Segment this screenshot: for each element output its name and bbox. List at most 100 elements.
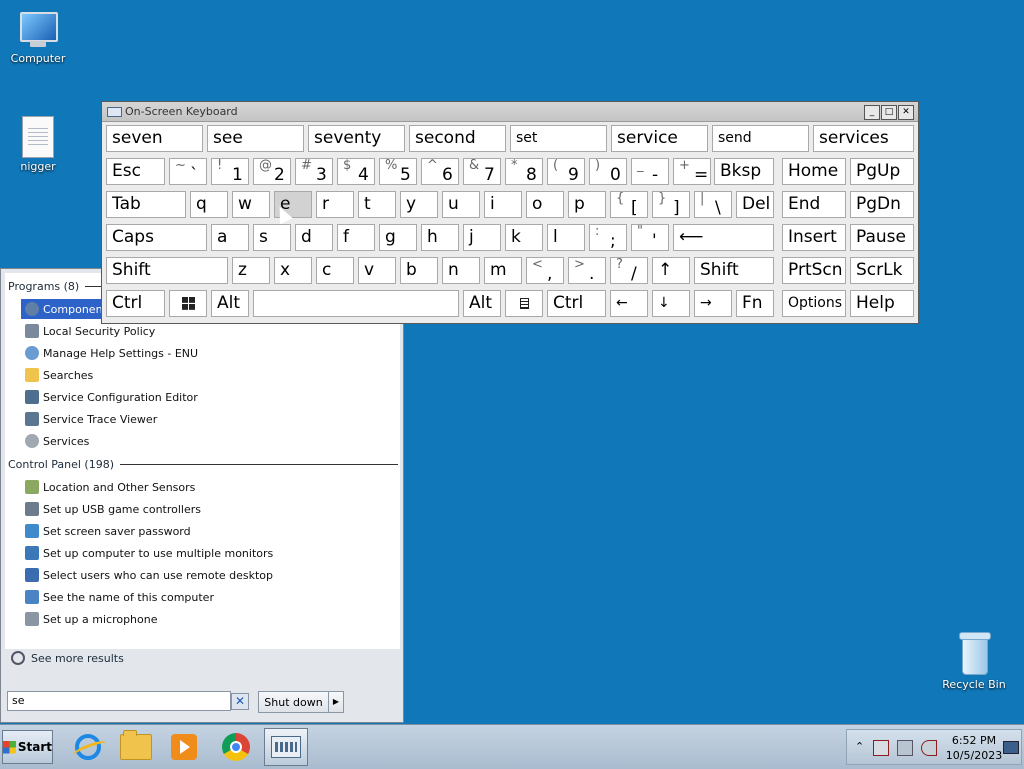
result-item[interactable]: Select users who can use remote desktop [21,565,397,585]
key-v[interactable]: v [358,257,396,284]
control-panel-group-header[interactable]: Control Panel (198) [8,458,398,471]
key-number-row[interactable]: * 8 [505,158,543,185]
key-m[interactable]: m [484,257,522,284]
key-ctrl-left[interactable]: Ctrl [106,290,165,317]
result-item[interactable]: Service Trace Viewer [21,409,397,429]
key-number-row[interactable]: ) 0 [589,158,627,185]
prediction-key[interactable]: see [207,125,304,152]
key-z[interactable]: z [232,257,270,284]
result-item[interactable]: See the name of this computer [21,587,397,607]
key-number-row[interactable]: #3 [295,158,333,185]
maximize-button[interactable]: □ [881,105,897,120]
prediction-key[interactable]: seventy [308,125,405,152]
result-item[interactable]: Set screen saver password [21,521,397,541]
key-help[interactable]: Help [850,290,914,317]
key-caps[interactable]: Caps [106,224,207,251]
key-h[interactable]: h [421,224,459,251]
key-number-row[interactable]: % 5 [379,158,417,185]
key-insert[interactable]: Insert [782,224,846,251]
result-item[interactable]: Set up computer to use multiple monitors [21,543,397,563]
key-a[interactable]: a [211,224,249,251]
key-number-row[interactable]: ! 1 [211,158,249,185]
key-shift-right[interactable]: Shift [694,257,774,284]
see-more-results[interactable]: See more results [11,651,124,665]
result-item[interactable]: Service Configuration Editor [21,387,397,407]
key-windows[interactable] [169,290,207,317]
key-x[interactable]: x [274,257,312,284]
key-slash[interactable]: ? / [610,257,648,284]
clear-search-icon[interactable]: ✕ [231,693,249,710]
key-backslash[interactable]: | \ [694,191,732,218]
result-item[interactable]: Searches [21,365,397,385]
key-t[interactable]: t [358,191,396,218]
prediction-key[interactable]: set [510,125,607,152]
key-up-arrow[interactable]: ↑ [652,257,690,284]
key-fn[interactable]: Fn [736,290,774,317]
desktop-icon-recycle-bin[interactable]: Recycle Bin [936,632,1012,691]
key-comma[interactable]: <, [526,257,564,284]
volume-muted-icon[interactable] [921,740,937,756]
key-right-arrow[interactable]: → [694,290,732,317]
key-i[interactable]: i [484,191,522,218]
taskbar-internet-explorer[interactable] [66,728,110,766]
key-number-row[interactable]: _ - [631,158,669,185]
key-r[interactable]: r [316,191,354,218]
key-esc[interactable]: Esc [106,158,165,185]
action-center-flag-icon[interactable] [873,740,889,756]
key-scrlk[interactable]: ScrLk [850,257,914,284]
result-item[interactable]: Local Security Policy [21,321,397,341]
shutdown-options-arrow-icon[interactable]: ▶ [328,692,343,712]
key-f[interactable]: f [337,224,375,251]
prediction-key[interactable]: seven [106,125,203,152]
key-c[interactable]: c [316,257,354,284]
key-number-row[interactable]: & 7 [463,158,501,185]
key-w[interactable]: w [232,191,270,218]
prediction-key[interactable]: service [611,125,708,152]
prediction-key[interactable]: services [813,125,914,152]
network-icon[interactable] [897,740,913,756]
key-number-row[interactable]: ^ 6 [421,158,459,185]
key-alt-right[interactable]: Alt [463,290,501,317]
result-item[interactable]: Set up USB game controllers [21,499,397,519]
prediction-key[interactable]: send [712,125,809,152]
key-q[interactable]: q [190,191,228,218]
key-space[interactable] [253,290,459,317]
result-item[interactable]: Location and Other Sensors [21,477,397,497]
show-desktop-icon[interactable] [1003,741,1019,754]
key-right-bracket[interactable]: }] [652,191,690,218]
shutdown-button[interactable]: Shut down ▶ [258,691,344,713]
taskbar-chrome[interactable] [214,728,258,766]
clock[interactable]: 6:52 PM 10/5/2023 [945,733,1003,763]
result-item[interactable]: Component [21,299,107,319]
key-u[interactable]: u [442,191,480,218]
key-period[interactable]: >. [568,257,606,284]
result-item[interactable]: Services [21,431,397,451]
key-shift-left[interactable]: Shift [106,257,228,284]
key-quote[interactable]: " ' [631,224,669,251]
key-backspace[interactable]: Bksp [714,158,774,185]
osk-titlebar[interactable]: On-Screen Keyboard [102,102,918,122]
close-button[interactable]: ✕ [898,105,914,120]
taskbar-media-player[interactable] [162,728,206,766]
key-d[interactable]: d [295,224,333,251]
key-pause[interactable]: Pause [850,224,914,251]
minimize-button[interactable]: _ [864,105,880,120]
key-enter[interactable]: ⟵ [673,224,774,251]
key-del[interactable]: Del [736,191,774,218]
key-n[interactable]: n [442,257,480,284]
key-tab[interactable]: Tab [106,191,186,218]
key-semicolon[interactable]: :; [589,224,627,251]
key-menu[interactable] [505,290,543,317]
key-p[interactable]: p [568,191,606,218]
result-item[interactable]: Set up a microphone [21,609,397,629]
key-number-row[interactable]: $4 [337,158,375,185]
key-prtscn[interactable]: PrtScn [782,257,846,284]
taskbar-on-screen-keyboard[interactable] [264,728,308,766]
result-item[interactable]: Manage Help Settings - ENU [21,343,397,363]
key-b[interactable]: b [400,257,438,284]
key-left-arrow[interactable]: ← [610,290,648,317]
key-l[interactable]: l [547,224,585,251]
key-k[interactable]: k [505,224,543,251]
key-number-row[interactable]: @2 [253,158,291,185]
key-number-row[interactable]: (9 [547,158,585,185]
